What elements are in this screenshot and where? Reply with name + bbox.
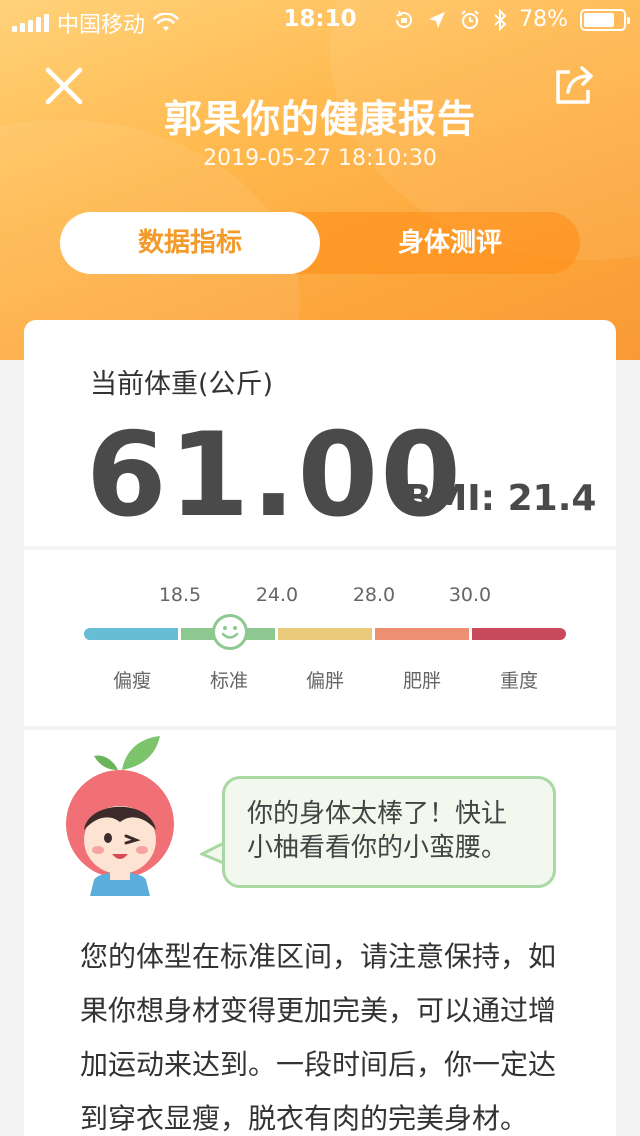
location-icon <box>429 11 446 28</box>
bmi-segment-underweight <box>84 628 178 640</box>
bmi-label: BMI: <box>404 478 496 519</box>
bluetooth-icon <box>494 8 507 31</box>
weight-value: 61.00 <box>86 408 463 543</box>
page-title: 郭果你的健康报告 <box>163 97 476 141</box>
share-icon[interactable] <box>552 64 596 108</box>
battery-percent: 78% <box>519 7 568 32</box>
tab-data-indicators[interactable]: 数据指标 <box>60 212 320 274</box>
bmi-value: 21.4 <box>507 478 597 519</box>
bmi-segment-severe <box>472 628 566 640</box>
bmi-tick: 30.0 <box>448 584 492 606</box>
tab-body-assessment[interactable]: 身体测评 <box>320 212 580 274</box>
bmi-tick: 28.0 <box>352 584 396 606</box>
status-bar: 中国移动 18:10 78% <box>0 0 640 40</box>
weight-card: 当前体重(公斤) 61.00 BMI: 21.4 <box>24 320 616 546</box>
bmi-scale-bar <box>84 628 568 640</box>
grapefruit-mascot-icon <box>66 736 174 896</box>
bmi-segment-overweight <box>278 628 372 640</box>
bmi-segment-obese <box>375 628 469 640</box>
bmi-readout: BMI: 21.4 <box>404 478 596 519</box>
bmi-category-label: 重度 <box>499 670 539 692</box>
advice-card: 你的身体太棒了！快让小柚看看你的小蛮腰。 您的体型在标准区间，请注意保持，如果你… <box>24 730 616 1136</box>
header-background <box>0 0 640 360</box>
weight-label: 当前体重(公斤) <box>90 369 274 400</box>
report-datetime: 2019-05-27 18:10:30 <box>203 146 437 171</box>
bmi-category-label: 偏瘦 <box>112 670 152 692</box>
battery-icon <box>580 8 630 31</box>
bmi-tick: 18.5 <box>158 584 202 606</box>
alarm-icon <box>461 9 479 29</box>
bmi-category-label: 肥胖 <box>402 670 442 692</box>
speech-bubble: 你的身体太棒了！快让小柚看看你的小蛮腰。 <box>222 776 556 888</box>
bmi-category-label: 偏胖 <box>305 670 345 692</box>
bmi-scale-card: 18.5 24.0 28.0 30.0 偏瘦 标准 偏胖 肥胖 重度 <box>24 550 616 726</box>
bmi-category-label: 标准 <box>209 670 249 692</box>
rotation-lock-icon <box>396 10 413 28</box>
bmi-tick: 24.0 <box>255 584 299 606</box>
advice-text: 您的体型在标准区间，请注意保持，如果你想身材变得更加完美，可以通过增加运动来达到… <box>80 940 557 1135</box>
smiley-face-icon <box>212 614 248 650</box>
tab-bar: 数据指标 身体测评 <box>60 212 580 274</box>
